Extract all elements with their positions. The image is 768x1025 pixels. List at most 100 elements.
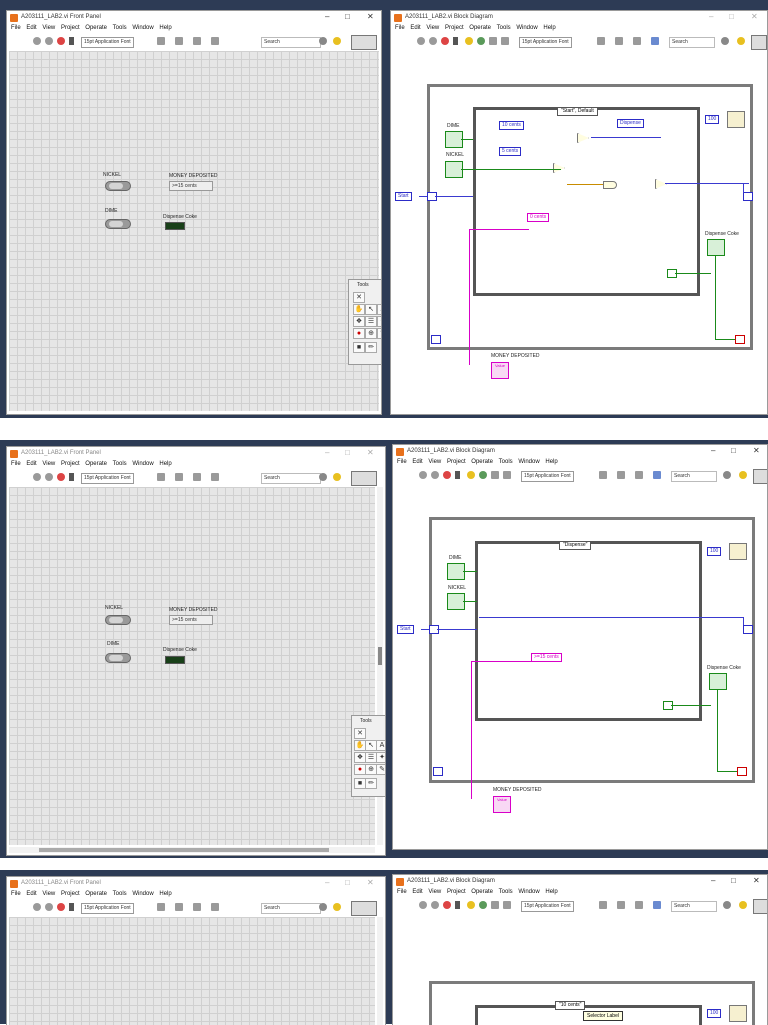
menu-file[interactable]: File [395,25,405,31]
scrollbar-thumb[interactable] [39,848,329,852]
menu-view[interactable]: View [42,461,55,467]
close-icon[interactable]: ✕ [367,12,374,21]
run-arrow-icon[interactable] [419,901,427,909]
color-tool-icon[interactable]: ■ [353,342,365,353]
menu-help[interactable]: Help [159,461,171,467]
distribute-icon[interactable] [175,473,183,481]
menu-operate[interactable]: Operate [471,459,493,465]
zero-cents-constant[interactable]: 0 cents [527,213,550,222]
menu-window[interactable]: Window [132,891,153,897]
menu-help[interactable]: Help [543,25,555,31]
step-over-icon[interactable] [503,901,511,909]
run-arrow-icon[interactable] [33,473,41,481]
minimize-icon[interactable]: – [325,12,329,21]
search-input[interactable]: Search [261,37,321,48]
money-deposited-terminal[interactable]: Value [493,796,511,813]
menu-window[interactable]: Window [518,889,539,895]
align-icon[interactable] [157,37,165,45]
start-constant[interactable]: Start [397,625,414,634]
distribute-icon[interactable] [175,37,183,45]
start-constant[interactable]: Start [395,192,412,201]
search-input[interactable]: Search [671,471,717,482]
menu-help[interactable]: Help [545,889,557,895]
menu-file[interactable]: File [11,461,21,467]
abort-icon[interactable] [57,37,65,45]
shortcut-tool-icon[interactable]: ☰ [365,316,377,327]
menu-tools[interactable]: Tools [113,25,127,31]
dispense-constant[interactable]: Dispense [617,119,644,128]
close-icon[interactable]: ✕ [751,12,758,21]
font-selector[interactable]: 15pt Application Font [521,471,574,482]
cleanup-diagram-icon[interactable] [653,471,661,479]
menu-project[interactable]: Project [61,891,80,897]
run-arrow-icon[interactable] [33,903,41,911]
menu-project[interactable]: Project [445,25,464,31]
run-continuously-icon[interactable] [429,37,437,45]
automatic-tool-icon[interactable]: ✕ [354,728,366,739]
and-function[interactable] [603,181,617,189]
run-continuously-icon[interactable] [431,901,439,909]
abort-icon[interactable] [443,471,451,479]
resize-icon[interactable] [193,37,201,45]
probe-tool-icon[interactable]: ⊕ [365,328,377,339]
search-icon[interactable] [319,473,327,481]
resize-icon[interactable] [193,903,201,911]
menu-project[interactable]: Project [447,459,466,465]
menu-tools[interactable]: Tools [499,889,513,895]
font-selector[interactable]: 15pt Application Font [519,37,572,48]
wait-timer-icon[interactable] [727,111,745,128]
menu-view[interactable]: View [426,25,439,31]
menu-tools[interactable]: Tools [497,25,511,31]
dispense-coke-terminal[interactable] [707,239,725,256]
align-icon[interactable] [599,471,607,479]
distribute-icon[interactable] [175,903,183,911]
search-input[interactable]: Search [669,37,715,48]
close-icon[interactable]: ✕ [753,446,760,455]
retain-wire-values-icon[interactable] [479,901,487,909]
menu-file[interactable]: File [11,25,21,31]
run-continuously-icon[interactable] [45,473,53,481]
menu-window[interactable]: Window [132,25,153,31]
ten-cents-constant[interactable]: 10 cents [499,121,524,130]
menu-edit[interactable]: Edit [26,461,36,467]
search-icon[interactable] [319,37,327,45]
menu-project[interactable]: Project [61,461,80,467]
menu-window[interactable]: Window [132,461,153,467]
help-icon[interactable] [333,473,341,481]
wait-timer-icon[interactable] [729,1005,747,1022]
dime-switch[interactable] [105,219,131,229]
color-copy-tool-icon[interactable]: ✎ [377,328,381,339]
dispense-coke-terminal[interactable] [709,673,727,690]
highlight-execution-icon[interactable] [467,901,475,909]
align-icon[interactable] [157,473,165,481]
reorder-icon[interactable] [211,903,219,911]
minimize-icon[interactable]: – [709,12,713,21]
reorder-icon[interactable] [211,473,219,481]
search-icon[interactable] [319,903,327,911]
menu-window[interactable]: Window [516,25,537,31]
label-tool-icon[interactable]: A [376,740,385,751]
highlight-execution-icon[interactable] [467,471,475,479]
menu-edit[interactable]: Edit [412,889,422,895]
menu-file[interactable]: File [11,891,21,897]
pause-icon[interactable] [69,903,74,911]
case-structure[interactable] [475,541,702,721]
resize-icon[interactable] [193,473,201,481]
help-icon[interactable] [737,37,745,45]
menu-operate[interactable]: Operate [85,891,107,897]
distribute-icon[interactable] [615,37,623,45]
close-icon[interactable]: ✕ [367,448,374,457]
menu-project[interactable]: Project [61,25,80,31]
label-tool-icon[interactable]: A [377,304,381,315]
close-icon[interactable]: ✕ [367,878,374,887]
reorder-icon[interactable] [635,901,643,909]
brush-icon[interactable]: ✏ [365,778,377,789]
horizontal-scrollbar[interactable] [9,847,375,853]
reorder-icon[interactable] [211,37,219,45]
retain-wire-values-icon[interactable] [479,471,487,479]
run-continuously-icon[interactable] [45,903,53,911]
five-cents-constant[interactable]: 5 cents [499,147,522,156]
step-over-icon[interactable] [501,37,509,45]
abort-icon[interactable] [443,901,451,909]
scrollbar-thumb[interactable] [378,647,382,665]
